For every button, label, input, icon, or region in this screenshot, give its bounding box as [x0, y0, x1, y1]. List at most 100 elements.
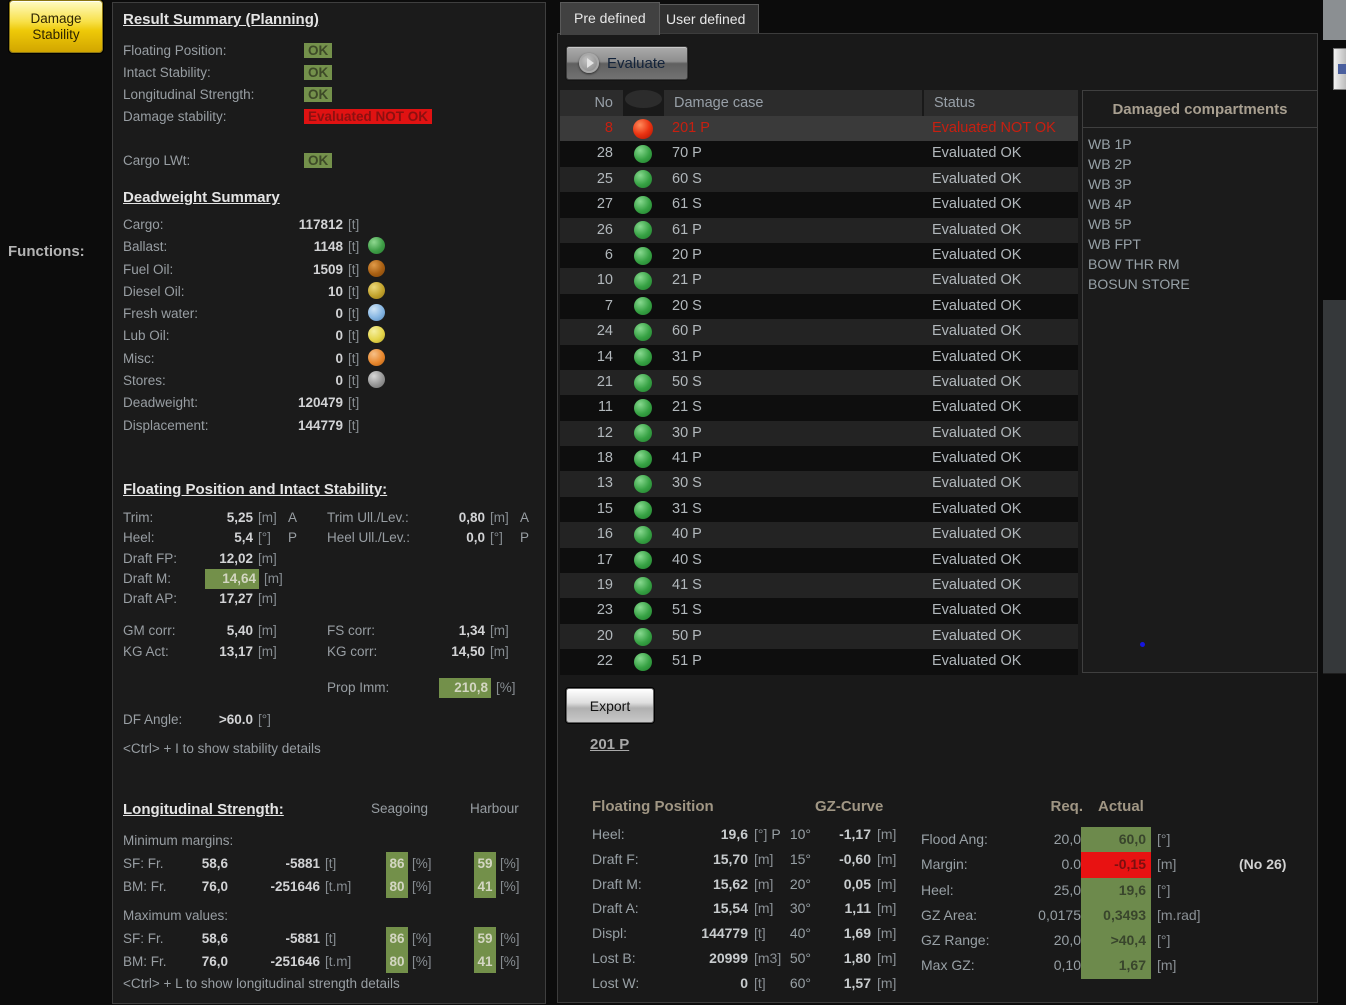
- case-number: 8: [560, 116, 623, 141]
- table-row[interactable]: 1640 PEvaluated OK: [560, 522, 1078, 547]
- intact-line: Trim:5,25[m]ATrim Ull./Lev.:0,80[m]A: [123, 508, 539, 528]
- criteria-row: GZ Range:20,0>40,4[°]: [921, 928, 1286, 953]
- deadweight-row: Fuel Oil:1509[t]: [123, 259, 539, 281]
- result-summary-panel: Result Summary (Planning) Floating Posit…: [112, 2, 546, 1004]
- harbour-percent: 59: [474, 852, 496, 875]
- gz-curve-heading: GZ-Curve: [815, 798, 883, 815]
- table-row[interactable]: 2560 SEvaluated OK: [560, 167, 1078, 192]
- table-row[interactable]: 1230 PEvaluated OK: [560, 421, 1078, 446]
- floating-position-rows: Heel:19,6[°]P Draft F:15,70[m] Draft M:1…: [592, 822, 785, 996]
- gz-curve-row: 50°1,80[m]: [785, 946, 896, 971]
- case-status: Evaluated OK: [922, 421, 1078, 446]
- table-row[interactable]: 2460 PEvaluated OK: [560, 319, 1078, 344]
- tab-user-defined[interactable]: User defined: [652, 4, 759, 33]
- deadweight-label: Diesel Oil:: [123, 281, 241, 303]
- case-status-dot-icon: [634, 424, 652, 442]
- case-status-dot-icon: [634, 577, 652, 595]
- case-status-dot-icon: [634, 221, 652, 239]
- gz-curve-row: 20°0,05[m]: [785, 872, 896, 897]
- deadweight-unit: [t]: [348, 373, 359, 388]
- deadweight-label: Deadweight:: [123, 392, 241, 414]
- table-row[interactable]: 1121 SEvaluated OK: [560, 395, 1078, 420]
- case-status: Evaluated OK: [922, 497, 1078, 522]
- required-value: 0,10: [1009, 953, 1081, 978]
- floating-position-row: Lost W:0[t]: [592, 971, 785, 996]
- criteria-rows: Flood Ang:20,060,0[°] Margin:0.0-0,15[m]…: [921, 827, 1286, 979]
- strength-row: SF: Fr.58,6-5881[t]86[%]59[%]: [123, 927, 539, 950]
- case-name: 201 P: [662, 116, 922, 141]
- deadweight-row: Stores:0[t]: [123, 370, 539, 392]
- table-row[interactable]: 720 SEvaluated OK: [560, 294, 1078, 319]
- stat-suffix: A: [520, 508, 530, 528]
- case-number: 22: [560, 649, 623, 674]
- edge-toolbar-button[interactable]: [1333, 48, 1346, 90]
- tank-color-dot-icon: [368, 260, 385, 277]
- seagoing-percent: 86: [386, 852, 408, 875]
- stat-value: 5,4: [205, 528, 253, 548]
- table-row[interactable]: 1431 PEvaluated OK: [560, 345, 1078, 370]
- table-row[interactable]: 1740 SEvaluated OK: [560, 548, 1078, 573]
- stat-value: >60.0: [205, 710, 253, 730]
- gz-curve-rows: 10°-1,17[m] 15°-0,60[m] 20°0,05[m] 30°1,…: [785, 822, 896, 996]
- deadweight-row: Displacement:144779[t]: [123, 415, 539, 437]
- play-icon: [579, 53, 599, 73]
- case-status-dot-icon: [634, 653, 652, 671]
- case-name: 21 S: [662, 395, 922, 420]
- table-row[interactable]: 620 PEvaluated OK: [560, 243, 1078, 268]
- actual-value: 0,3493: [1081, 903, 1151, 928]
- strength-row: BM: Fr.76,0-251646[t.m]80[%]41[%]: [123, 875, 539, 898]
- table-row[interactable]: 2761 SEvaluated OK: [560, 192, 1078, 217]
- case-number: 15: [560, 497, 623, 522]
- evaluate-button[interactable]: Evaluate: [566, 46, 688, 80]
- function-button[interactable]: Damage Stability: [9, 0, 103, 53]
- case-status: Evaluated OK: [922, 319, 1078, 344]
- case-name: 30 S: [662, 471, 922, 496]
- table-row[interactable]: 1021 PEvaluated OK: [560, 268, 1078, 293]
- stat-value: 17,27: [205, 589, 253, 609]
- gz-curve-row: 10°-1,17[m]: [785, 822, 896, 847]
- case-name: 60 P: [662, 319, 922, 344]
- deadweight-label: Lub Oil:: [123, 325, 241, 347]
- case-status-dot-icon: [634, 297, 652, 315]
- tank-color-dot-icon: [368, 326, 385, 343]
- stat-label: Trim Ull./Lev.:: [327, 508, 439, 528]
- case-status: Evaluated OK: [922, 370, 1078, 395]
- case-number: 17: [560, 548, 623, 573]
- stat-unit: [m]: [490, 508, 520, 528]
- tab-pre-defined[interactable]: Pre defined: [560, 2, 660, 35]
- deadweight-row: Cargo:117812[t]: [123, 214, 539, 236]
- header-status: Status: [924, 90, 1078, 116]
- table-row[interactable]: 1330 SEvaluated OK: [560, 471, 1078, 496]
- table-row[interactable]: 2150 SEvaluated OK: [560, 370, 1078, 395]
- case-status-dot-icon: [634, 475, 652, 493]
- stat-value: 14,50: [439, 642, 485, 662]
- table-row[interactable]: 1941 SEvaluated OK: [560, 573, 1078, 598]
- case-status-dot-icon: [634, 170, 652, 188]
- compartment-item: WB 2P: [1083, 154, 1317, 174]
- case-number: 12: [560, 421, 623, 446]
- table-row[interactable]: 2661 PEvaluated OK: [560, 218, 1078, 243]
- functions-label: Functions:: [8, 243, 85, 260]
- stat-unit: [m]: [264, 569, 294, 589]
- deadweight-unit: [t]: [348, 262, 359, 277]
- compartment-item: BOSUN STORE: [1083, 274, 1317, 294]
- table-row[interactable]: 2351 SEvaluated OK: [560, 598, 1078, 623]
- export-button[interactable]: Export: [566, 688, 654, 723]
- header-damage-case: Damage case: [664, 90, 922, 116]
- table-row[interactable]: 1531 SEvaluated OK: [560, 497, 1078, 522]
- table-row[interactable]: 2870 PEvaluated OK: [560, 141, 1078, 166]
- blue-marker-dot: [1140, 642, 1145, 647]
- actual-heading: Actual: [1098, 798, 1144, 815]
- status-badge: OK: [304, 87, 332, 102]
- deadweight-unit: [t]: [348, 284, 359, 299]
- stat-suffix: P: [288, 528, 300, 548]
- table-row[interactable]: 1841 PEvaluated OK: [560, 446, 1078, 471]
- table-row[interactable]: 8201 PEvaluated NOT OK: [560, 116, 1078, 141]
- stat-suffix: P: [520, 528, 530, 548]
- criteria-note: (No 26): [1239, 852, 1286, 877]
- compartment-item: WB 1P: [1083, 134, 1317, 154]
- selected-case-link[interactable]: 201 P: [590, 736, 629, 753]
- deadweight-label: Fresh water:: [123, 303, 241, 325]
- table-row[interactable]: 2050 PEvaluated OK: [560, 624, 1078, 649]
- table-row[interactable]: 2251 PEvaluated OK: [560, 649, 1078, 674]
